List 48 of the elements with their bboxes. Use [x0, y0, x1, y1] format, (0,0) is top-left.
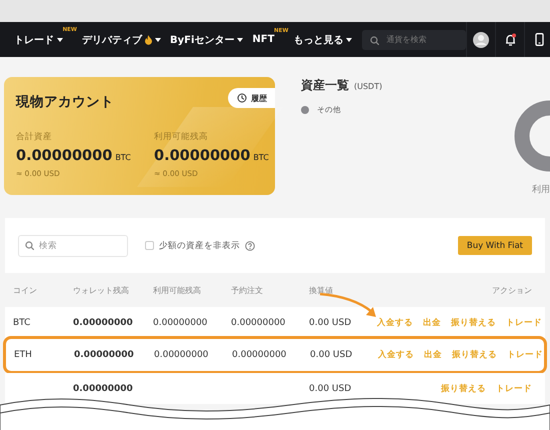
action-link[interactable]: 振り替える [441, 382, 486, 394]
action-link[interactable]: 入金する [378, 349, 414, 361]
table-cell-text: 0.00 USD [310, 350, 354, 360]
table-cell-text: 0.00000000 [73, 318, 134, 328]
search-field[interactable]: 通貨を検索 [362, 30, 466, 50]
table-cell-text: 0.00000000 [74, 350, 135, 360]
checkbox-label: 少額の資産を非表示 [159, 240, 240, 252]
table-cell-text: 0.00000000 [73, 384, 134, 394]
search-field[interactable]: 検索 [18, 234, 128, 256]
currency-unit: BTC [115, 153, 131, 162]
action-link[interactable]: 出金 [424, 349, 442, 361]
coin-name: BTC [13, 318, 32, 328]
buy-with-fiat-button[interactable]: Buy With Fiat [458, 236, 532, 255]
balance-value: 0.00000000 [16, 148, 112, 164]
currency-unit: BTC [253, 153, 269, 162]
nav-menu-item[interactable]: デリバティブ [82, 32, 161, 46]
column-header: アクション [491, 284, 532, 296]
table-cell-text: 0.00000000 [154, 350, 210, 360]
action-link[interactable]: トレード [507, 349, 543, 361]
table-cell-text: 0.00000000 [232, 350, 288, 360]
column-header: コイン [13, 284, 38, 296]
column-header: 予約注文 [231, 284, 264, 296]
stat-label: 利用可能残高 [154, 131, 208, 143]
nav-menu-item[interactable]: トレード [14, 32, 63, 46]
table-cell-text: 0.00 USD [309, 318, 352, 328]
nav-menu-item[interactable]: もっと見る [293, 32, 352, 46]
balance-value: 0.00000000 [154, 148, 250, 164]
section-title: 資産一覧 [301, 77, 349, 94]
action-link[interactable]: トレード [496, 382, 532, 394]
table-cell-text: 0.00000000 [153, 318, 208, 328]
card-title: 現物アカウント [16, 93, 114, 111]
action-link[interactable]: 出金 [423, 316, 441, 328]
stat-label: 合計資産 [16, 131, 52, 143]
table-cell-text: 0.00 USD [309, 384, 352, 394]
history-button[interactable]: 履歴 [228, 88, 275, 108]
column-header: 換算値 [309, 284, 334, 296]
coin-name: ETH [14, 350, 33, 360]
action-link[interactable]: 振り替える [452, 349, 497, 361]
chart-label: 利用 [532, 184, 550, 196]
action-link[interactable]: 振り替える [451, 316, 496, 328]
nav-menu-item[interactable]: ByFiセンター [170, 32, 244, 46]
nav-menu-item[interactable]: NFT [252, 34, 274, 45]
action-link[interactable]: トレード [506, 316, 542, 328]
action-link[interactable]: 入金する [377, 316, 413, 328]
column-header: 利用可能残高 [153, 284, 202, 296]
column-header: ウォレット残高 [73, 284, 130, 296]
table-cell-text: 0.00000000 [231, 318, 286, 328]
unit-label: (USDT) [354, 82, 382, 91]
